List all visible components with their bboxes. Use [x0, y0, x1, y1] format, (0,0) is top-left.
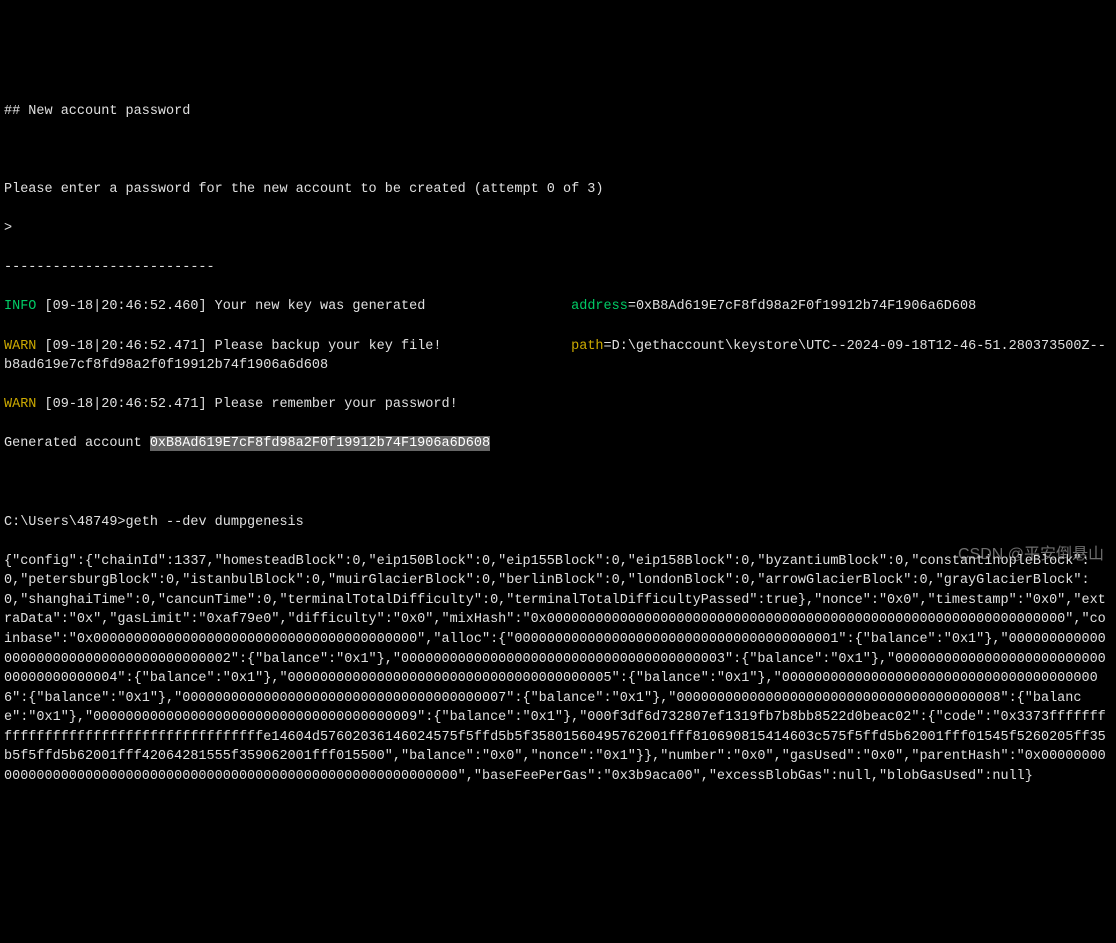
command-line: C:\Users\48749>geth --dev dumpgenesis	[4, 513, 1112, 533]
password-prompt: Please enter a password for the new acco…	[4, 180, 1112, 200]
timestamp: [09-18|20:46:52.471]	[45, 339, 207, 354]
log-message: Please backup your key file!	[215, 339, 442, 354]
divider: --------------------------	[4, 258, 1112, 278]
info-line: INFO [09-18|20:46:52.460] Your new key w…	[4, 297, 1112, 317]
log-message: Your new key was generated	[215, 299, 426, 314]
command-text[interactable]: geth --dev dumpgenesis	[126, 515, 304, 530]
path-label: path	[571, 339, 603, 354]
address-label: address	[571, 299, 628, 314]
generated-label: Generated account	[4, 436, 150, 451]
blank-line	[4, 141, 1112, 161]
generated-account-line: Generated account 0xB8Ad619E7cF8fd98a2F0…	[4, 434, 1112, 454]
log-level-info: INFO	[4, 299, 36, 314]
log-level-warn: WARN	[4, 339, 36, 354]
shell-prompt: C:\Users\48749>	[4, 515, 126, 530]
input-cursor[interactable]: >	[4, 219, 1112, 239]
header-title: ## New account password	[4, 102, 1112, 122]
timestamp: [09-18|20:46:52.460]	[45, 299, 207, 314]
generated-address[interactable]: 0xB8Ad619E7cF8fd98a2F0f19912b74F1906a6D6…	[150, 436, 490, 451]
timestamp: [09-18|20:46:52.471]	[45, 397, 207, 412]
warn-line-1: WARN [09-18|20:46:52.471] Please backup …	[4, 337, 1112, 376]
log-level-warn: WARN	[4, 397, 36, 412]
warn-line-2: WARN [09-18|20:46:52.471] Please remembe…	[4, 395, 1112, 415]
log-message: Please remember your password!	[215, 397, 458, 412]
genesis-json: {"config":{"chainId":1337,"homesteadBloc…	[4, 552, 1112, 787]
blank-line	[4, 474, 1112, 494]
address-value: =0xB8Ad619E7cF8fd98a2F0f19912b74F1906a6D…	[628, 299, 976, 314]
terminal-output[interactable]: ## New account password Please enter a p…	[4, 82, 1112, 806]
